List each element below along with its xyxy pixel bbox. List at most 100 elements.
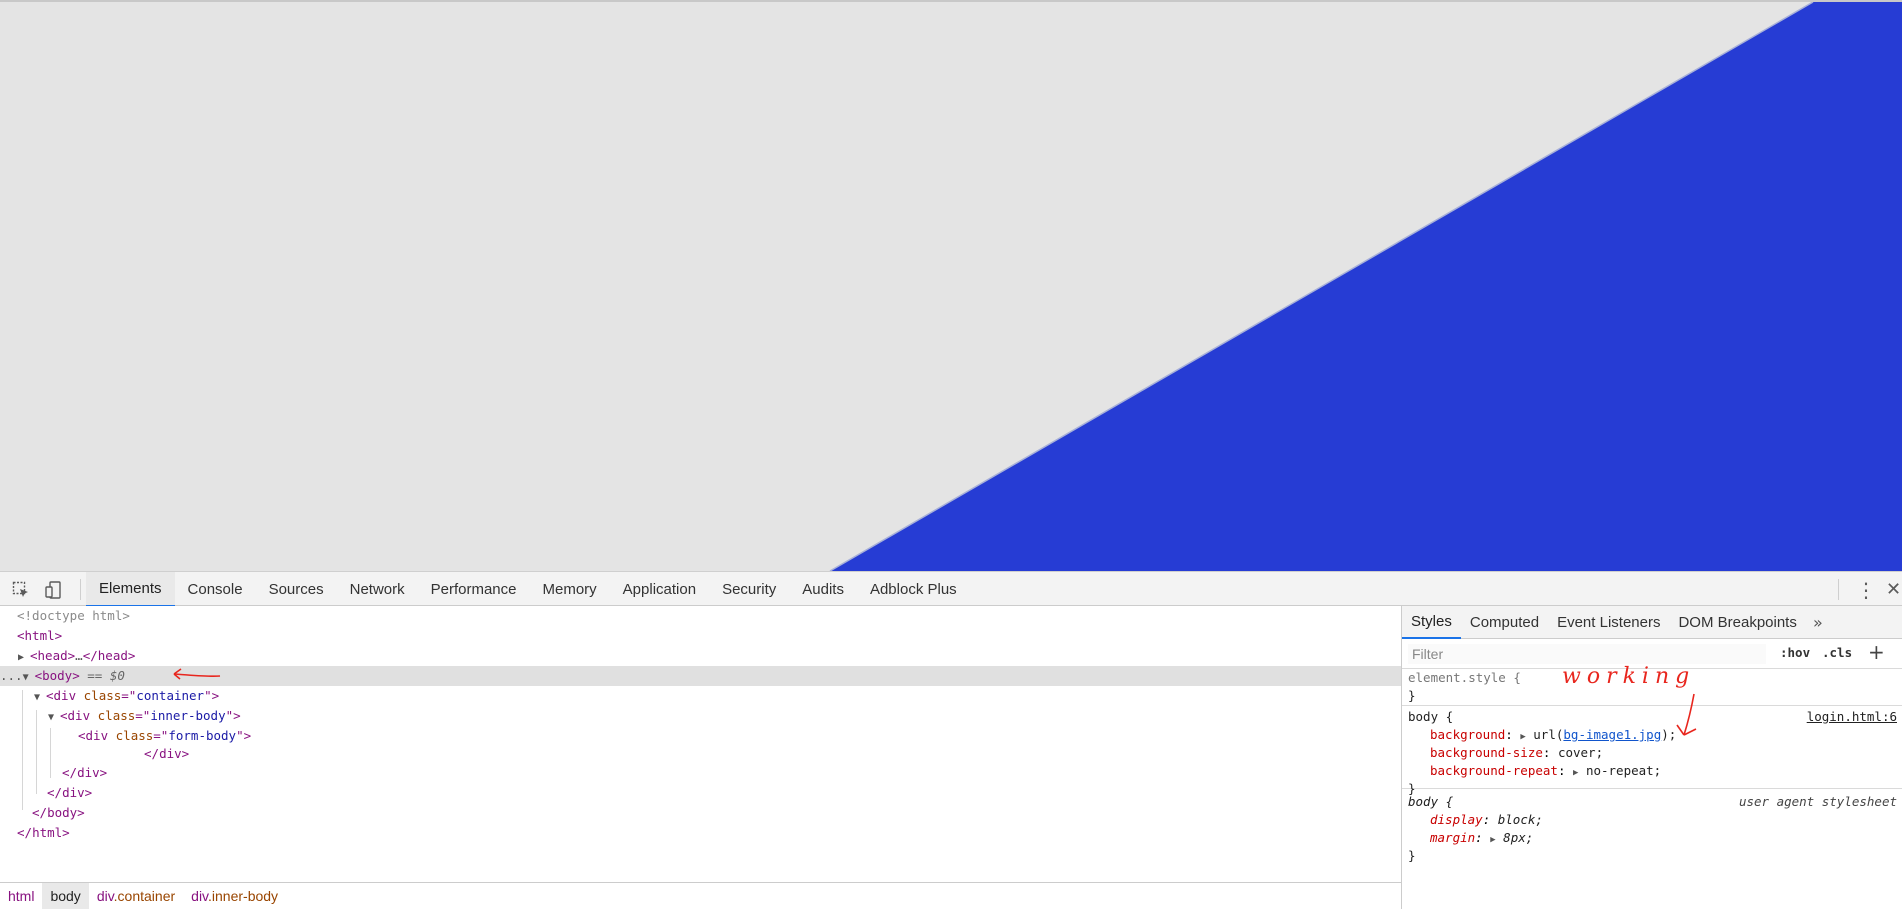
toolbar-divider-right	[1838, 579, 1839, 600]
devtools-tabs: Elements Console Sources Network Perform…	[86, 572, 970, 607]
breadcrumb-div-container[interactable]: div.container	[89, 883, 183, 909]
div-close-tag: div	[159, 746, 182, 761]
row-options-ellipsis[interactable]: ...	[0, 668, 23, 683]
property-value: no-repeat;	[1585, 763, 1662, 778]
head-tag: head	[37, 648, 68, 663]
crumb-class: .inner-body	[208, 888, 279, 904]
body-close-tag: body	[47, 805, 78, 820]
div-tag: div	[53, 688, 77, 703]
breadcrumb-html[interactable]: html	[0, 883, 42, 909]
tab-audits[interactable]: Audits	[789, 572, 857, 607]
property-value: cover;	[1557, 745, 1604, 760]
property-name: margin	[1430, 830, 1476, 845]
html-tag: html	[24, 628, 55, 643]
page-background-graphic	[829, 2, 1902, 571]
dom-line-div-form-body[interactable]: <div class="form-body">	[0, 726, 1401, 746]
rule-user-agent-body: body { user agent stylesheet display: bl…	[1402, 789, 1902, 869]
annotation-working-text: working	[1562, 664, 1696, 689]
expand-triangle-icon[interactable]: ▶	[1573, 768, 1578, 778]
declaration-display: display: block;	[1430, 812, 1543, 827]
selected-node-marker: == $0	[87, 668, 125, 683]
rule-close-brace: }	[1408, 688, 1416, 703]
tab-console[interactable]: Console	[175, 572, 256, 607]
div-close-tag: div	[77, 765, 100, 780]
tab-security[interactable]: Security	[709, 572, 789, 607]
dom-line-div-close[interactable]: </div>	[0, 763, 1401, 783]
devtools-toolbar: Elements Console Sources Network Perform…	[0, 571, 1902, 607]
inspect-element-icon[interactable]	[11, 580, 31, 600]
tab-adblock-plus[interactable]: Adblock Plus	[857, 572, 970, 607]
tab-performance[interactable]: Performance	[418, 572, 530, 607]
dom-line-div-inner-body[interactable]: ▼ <div class="inner-body">	[0, 706, 1401, 726]
html-close-tag: html	[32, 825, 63, 840]
annotation-arrow-icon	[173, 668, 221, 680]
rule-source-link[interactable]: login.html:6	[1807, 708, 1897, 726]
breadcrumb: html body div.container div.inner-body	[0, 882, 1401, 909]
tab-styles[interactable]: Styles	[1402, 606, 1461, 639]
user-agent-stylesheet-label: user agent stylesheet	[1738, 794, 1897, 809]
tab-memory[interactable]: Memory	[530, 572, 610, 607]
styles-filter-input[interactable]	[1408, 644, 1766, 664]
kebab-menu-icon[interactable]: ⋮	[1856, 578, 1876, 602]
dom-line-head[interactable]: ▶ <head>…</head>	[0, 646, 1401, 666]
expand-triangle-icon[interactable]: ▶	[18, 648, 30, 668]
declaration-background-repeat[interactable]: background-repeat: ▶ no-repeat;	[1430, 762, 1661, 780]
chevron-double-right-icon[interactable]: »	[1806, 606, 1830, 639]
collapse-triangle-icon[interactable]: ▼	[23, 668, 35, 688]
hover-state-toggle[interactable]: :hov	[1780, 645, 1810, 660]
annotation-arrow-down-icon	[1676, 693, 1697, 736]
property-name: display	[1430, 812, 1483, 827]
tab-application[interactable]: Application	[610, 572, 709, 607]
body-tag: body	[42, 668, 73, 683]
crumb-label: div	[191, 888, 209, 904]
rule-close-brace: }	[1408, 848, 1416, 863]
tab-sources[interactable]: Sources	[256, 572, 337, 607]
breadcrumb-body[interactable]: body	[42, 883, 89, 909]
crumb-class: .container	[113, 888, 176, 904]
background-image-link[interactable]: bg-image1.jpg	[1563, 727, 1661, 742]
styles-sidebar: Styles Computed Event Listeners DOM Brea…	[1401, 606, 1902, 909]
property-name: background-size	[1430, 745, 1543, 760]
class-toggle-button[interactable]: .cls	[1822, 645, 1852, 660]
close-icon[interactable]: ✕	[1886, 578, 1902, 602]
head-close-tag: head	[97, 648, 128, 663]
property-value: url(	[1533, 727, 1564, 742]
dom-line-doctype[interactable]: <!doctype html>	[0, 606, 1401, 626]
collapse-triangle-icon[interactable]: ▼	[48, 708, 60, 728]
dom-line-html-close[interactable]: </html>	[0, 823, 1401, 843]
sidebar-tabs: Styles Computed Event Listeners DOM Brea…	[1402, 606, 1902, 639]
tab-elements[interactable]: Elements	[86, 572, 175, 607]
div-tag: div	[85, 728, 109, 743]
rule-selector[interactable]: body {	[1408, 708, 1453, 726]
new-style-rule-button[interactable]: +	[1868, 640, 1885, 664]
dom-line-body-close[interactable]: </body>	[0, 803, 1401, 823]
expand-triangle-icon[interactable]: ▶	[1520, 732, 1525, 742]
attr-value-container: container	[136, 688, 205, 703]
dom-line-div-container[interactable]: ▼ <div class="container">	[0, 686, 1401, 706]
attr-value-form-body: form-body	[168, 728, 237, 743]
div-close-tag: div	[62, 785, 85, 800]
dom-line-div-close[interactable]: </div>	[0, 744, 1401, 764]
div-tag: div	[67, 708, 91, 723]
doctype-text: <!doctype html>	[17, 608, 130, 623]
page-viewport	[0, 0, 1902, 571]
dom-tree: <!doctype html> <html> ▶ <head>…</head> .…	[0, 606, 1401, 882]
tab-computed[interactable]: Computed	[1461, 606, 1548, 639]
dom-line-html[interactable]: <html>	[0, 626, 1401, 646]
attr-name: class	[115, 728, 154, 743]
attr-name: class	[97, 708, 136, 723]
declaration-background-size[interactable]: background-size: cover;	[1430, 744, 1603, 762]
tab-network[interactable]: Network	[337, 572, 418, 607]
breadcrumb-div-inner-body[interactable]: div.inner-body	[183, 883, 286, 909]
tab-event-listeners[interactable]: Event Listeners	[1548, 606, 1669, 639]
tab-dom-breakpoints[interactable]: DOM Breakpoints	[1669, 606, 1805, 639]
collapse-triangle-icon[interactable]: ▼	[34, 688, 46, 708]
dom-line-div-close[interactable]: </div>	[0, 783, 1401, 803]
device-toolbar-icon[interactable]	[44, 580, 64, 600]
expand-triangle-icon[interactable]: ▶	[1490, 835, 1495, 845]
rule-selector[interactable]: element.style {	[1408, 669, 1521, 687]
declaration-background[interactable]: background: ▶ url(bg-image1.jpg);	[1430, 726, 1676, 744]
attr-value-inner-body: inner-body	[150, 708, 226, 723]
property-name: background	[1430, 727, 1506, 742]
blue-diagonal-shape	[830, 2, 1902, 571]
